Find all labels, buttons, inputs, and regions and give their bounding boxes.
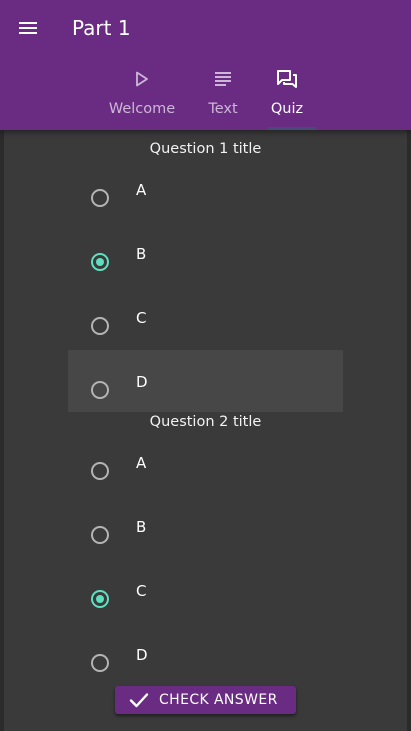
option-label: B bbox=[136, 518, 147, 536]
tab-text-label: Text bbox=[208, 101, 238, 117]
question-2-title: Question 2 title bbox=[149, 414, 262, 430]
menu-button[interactable] bbox=[12, 12, 44, 44]
option-label: A bbox=[136, 181, 147, 199]
check-answer-label: CHECK ANSWER bbox=[159, 692, 278, 708]
question-2-option-c[interactable]: C bbox=[68, 559, 343, 621]
radio-selected-icon[interactable] bbox=[91, 253, 109, 271]
option-label: B bbox=[136, 245, 147, 263]
tab-quiz[interactable]: Quiz bbox=[262, 60, 312, 130]
question-1-option-d[interactable]: D bbox=[68, 350, 343, 412]
question-2-option-d[interactable]: D bbox=[68, 623, 343, 685]
chat-bubbles-icon bbox=[277, 70, 297, 88]
page-title: Part 1 bbox=[72, 16, 131, 40]
hamburger-menu-icon bbox=[19, 22, 37, 34]
checkmark-icon bbox=[129, 693, 149, 708]
question-1-title: Question 1 title bbox=[149, 141, 262, 157]
question-1-option-b[interactable]: B bbox=[68, 222, 343, 284]
text-lines-icon bbox=[215, 72, 231, 86]
quiz-content: Question 1 title A B C D Question 2 titl… bbox=[4, 130, 407, 731]
question-1-option-c[interactable]: C bbox=[68, 286, 343, 348]
play-icon bbox=[136, 71, 148, 87]
radio-selected-icon[interactable] bbox=[91, 590, 109, 608]
option-label: C bbox=[136, 582, 147, 600]
radio-unselected-icon[interactable] bbox=[91, 317, 109, 335]
tab-text[interactable]: Text bbox=[198, 60, 248, 130]
option-label: C bbox=[136, 309, 147, 327]
question-1-option-a[interactable]: A bbox=[68, 158, 343, 220]
radio-unselected-icon[interactable] bbox=[91, 189, 109, 207]
app-root: Part 1 Welcome Text Quiz Question 1 titl… bbox=[0, 0, 411, 731]
option-label: D bbox=[136, 373, 148, 391]
app-bar: Part 1 Welcome Text Quiz bbox=[0, 0, 411, 130]
tab-quiz-label: Quiz bbox=[270, 101, 304, 117]
question-2-option-b[interactable]: B bbox=[68, 495, 343, 557]
check-answer-button[interactable]: CHECK ANSWER bbox=[115, 686, 296, 714]
radio-unselected-icon[interactable] bbox=[91, 654, 109, 672]
tab-bar: Welcome Text Quiz bbox=[0, 60, 411, 130]
active-tab-indicator bbox=[268, 127, 316, 130]
tab-welcome[interactable]: Welcome bbox=[100, 60, 184, 130]
radio-unselected-icon[interactable] bbox=[91, 462, 109, 480]
option-label: D bbox=[136, 646, 148, 664]
question-2-option-a[interactable]: A bbox=[68, 431, 343, 493]
tab-welcome-label: Welcome bbox=[108, 101, 176, 117]
radio-unselected-icon[interactable] bbox=[91, 381, 109, 399]
radio-unselected-icon[interactable] bbox=[91, 526, 109, 544]
option-label: A bbox=[136, 454, 147, 472]
